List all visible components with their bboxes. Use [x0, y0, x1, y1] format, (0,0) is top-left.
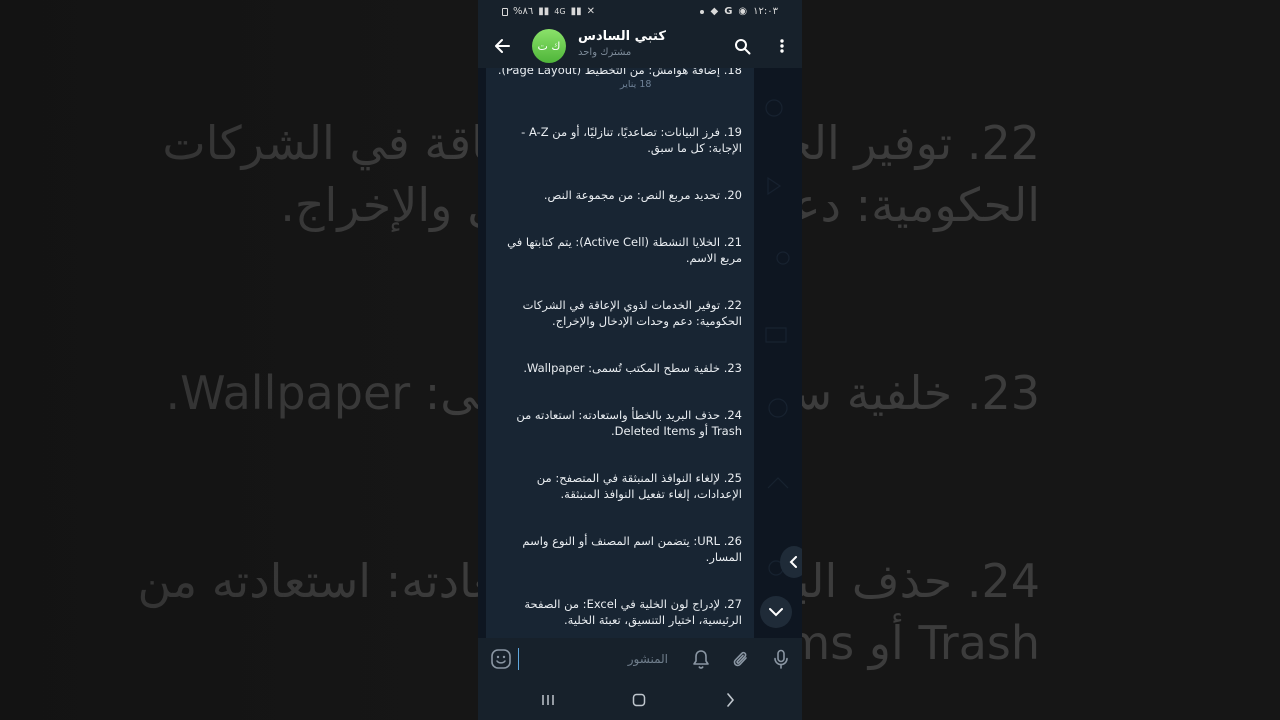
- post-line-22: 22. توفير الخدمات لذوي الإعاقة في الشركا…: [522, 298, 742, 328]
- battery-icon: [502, 7, 508, 16]
- post-line-25: 25. لإلغاء النوافذ المنبثقة في المتصفح: …: [536, 471, 742, 501]
- bell-icon: [693, 650, 709, 669]
- mute-icon: ✕: [586, 6, 595, 17]
- video-frame: 22. توفير الخدمات لذوي الإعاقة في الشركا…: [0, 0, 1280, 720]
- emoji-button[interactable]: [490, 648, 512, 674]
- message-input[interactable]: [518, 648, 668, 670]
- sticker-emoji-icon: [491, 649, 511, 669]
- scroll-down-button[interactable]: [760, 596, 792, 628]
- post-line-24: 24. حذف البريد بالخطأ واستعادته: استعادت…: [516, 408, 742, 438]
- voice-record-button[interactable]: [770, 648, 792, 670]
- recent-apps-icon: [542, 695, 554, 705]
- post-line-20: 20. تحديد مربع النص: من مجموعة النص.: [543, 188, 742, 202]
- post-line-23: 23. خلفية سطح المكتب تُسمى: Wallpaper.: [523, 361, 742, 375]
- channel-subscribers: مشترك واحد: [578, 47, 632, 58]
- signal-icon: ▮▮: [570, 6, 582, 17]
- chevron-down-icon: [769, 608, 783, 617]
- chevron-left-icon: [789, 556, 797, 568]
- microphone-icon: [774, 649, 788, 669]
- network-type: 4G: [554, 7, 566, 16]
- share-post-button[interactable]: [780, 546, 802, 578]
- search-button[interactable]: [730, 34, 754, 58]
- home-button[interactable]: [627, 688, 651, 712]
- post-line-26: 26. URL: يتضمن اسم المصنف أو النوع واسم …: [522, 534, 742, 564]
- arrow-left-icon: [495, 39, 510, 53]
- signal-icon: ▮▮: [538, 6, 550, 17]
- bg-shade: [0, 0, 478, 720]
- app-notification-icon: ◉: [738, 6, 748, 17]
- post-line-27: 27. لإدراج لون الخلية في Excel: من الصفح…: [524, 597, 742, 627]
- channel-avatar[interactable]: ك ت: [532, 29, 566, 63]
- composer-bar: [478, 638, 802, 680]
- status-bar: %٨٦ ▮▮ 4G ▮▮ ✕ ◆ G ◉ ١٢:٠٣: [478, 0, 802, 24]
- chat-area[interactable]: 18. إضافة هوامش: من التخطيط (Page Layout…: [478, 68, 802, 638]
- post-line-18: 18. إضافة هوامش: من التخطيط (Page Layout…: [497, 68, 742, 77]
- channel-title[interactable]: كتبي السادس: [578, 29, 666, 44]
- back-button[interactable]: [490, 34, 514, 58]
- google-icon: G: [724, 6, 733, 17]
- search-icon: [734, 38, 750, 54]
- post-line-21: 21. الخلايا النشطة (Active Cell): يتم كت…: [507, 235, 742, 265]
- more-vertical-icon: [780, 39, 784, 53]
- chat-header: ك ت كتبي السادس مشترك واحد: [478, 24, 802, 68]
- back-nav-button[interactable]: [718, 688, 742, 712]
- nav-back-icon: [727, 693, 735, 707]
- post-line-19: 19. فرز البيانات: تصاعديًا، تنازليًا، أو…: [521, 125, 742, 155]
- attach-button[interactable]: [730, 648, 752, 670]
- system-nav-bar: [478, 680, 802, 720]
- post-timestamp: 18 يناير: [620, 79, 652, 90]
- more-menu-button[interactable]: [772, 34, 792, 58]
- clock: ١٢:٠٣: [753, 6, 778, 17]
- chat-notification-icon: ◆: [710, 6, 719, 17]
- home-icon: [632, 693, 646, 707]
- notification-dot-icon: [700, 9, 705, 14]
- paperclip-icon: [733, 651, 747, 667]
- recent-apps-button[interactable]: [536, 688, 560, 712]
- battery-level: %٨٦: [513, 6, 534, 17]
- phone-screen: %٨٦ ▮▮ 4G ▮▮ ✕ ◆ G ◉ ١٢:٠٣ ك ت كتبي السا…: [478, 0, 802, 720]
- silent-broadcast-button[interactable]: [690, 648, 712, 670]
